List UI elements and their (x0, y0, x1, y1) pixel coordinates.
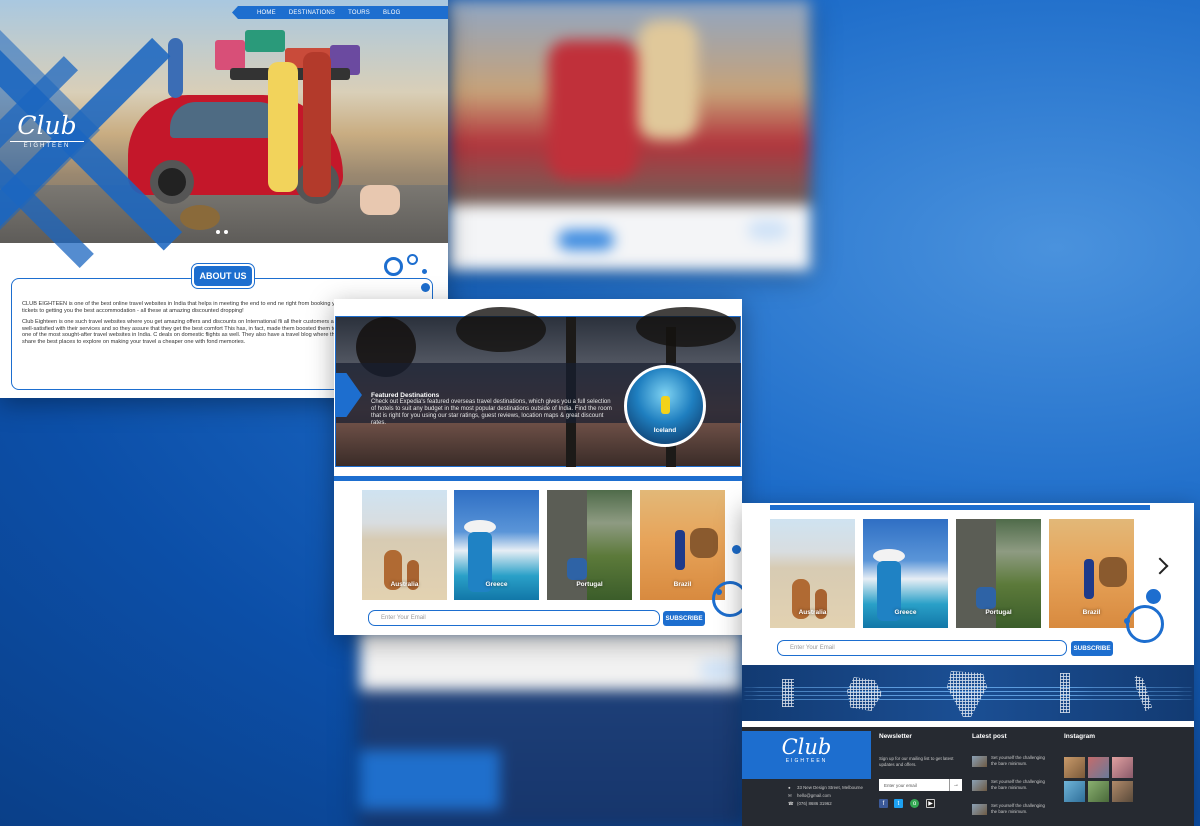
about-paragraph-1: CLUB EIGHTEEN is one of the best online … (22, 301, 343, 314)
footer-logo-script: Club (781, 735, 832, 759)
logo-script: Club (17, 111, 77, 140)
map-italy (1134, 675, 1152, 711)
destination-card-australia[interactable]: Australia (362, 490, 447, 600)
card-label: Portugal (576, 581, 603, 588)
chevron-right-icon[interactable] (1151, 557, 1169, 575)
footer-address: 33 New Design Street, Melbourne (797, 785, 863, 790)
footer-logo-sub: EIGHTEEN (785, 758, 828, 764)
email-input[interactable]: Enter Your Email (777, 640, 1067, 656)
world-map-strip (742, 665, 1194, 721)
divider-bar (770, 505, 1150, 510)
footer-email[interactable]: hello@gmail.com (797, 793, 831, 799)
divider-bar (334, 476, 742, 481)
email-input[interactable]: Enter Your Email (368, 610, 660, 626)
newsletter-heading: Newsletter (879, 733, 912, 740)
newsletter-text: Sign up for our mailing list to get late… (879, 756, 954, 767)
card-label: Portugal (985, 609, 1012, 616)
card-label: Greece (485, 581, 508, 588)
instagram-photo[interactable] (1112, 781, 1133, 802)
nav-destinations[interactable]: DESTINATIONS (289, 10, 335, 16)
destination-card-greece[interactable]: Greece (454, 490, 539, 600)
nav-blog[interactable]: BLOG (383, 10, 400, 16)
phone-icon: ☎ (788, 801, 794, 806)
site-footer: Club EIGHTEEN ● 33 New Design Street, Me… (742, 727, 1194, 826)
youtube-icon[interactable]: ▶ (926, 799, 935, 808)
map-pin-icon: ● (788, 785, 791, 790)
map-india (947, 671, 987, 717)
featured-title: Featured Destinations (371, 392, 440, 399)
mail-icon: ✉ (788, 793, 792, 798)
newsletter-input[interactable]: Enter your email (879, 779, 949, 791)
about-heading: ABOUT US (194, 266, 252, 286)
post-title[interactable]: Set yourself the challenging the bare mi… (991, 779, 1051, 791)
iceland-caption: Iceland (653, 427, 677, 434)
facebook-icon[interactable]: f (879, 799, 888, 808)
child-figure (168, 38, 183, 98)
logo-sub: EIGHTEEN (10, 141, 84, 149)
footer-logo[interactable]: Club EIGHTEEN (742, 731, 871, 779)
instagram-photo[interactable] (1064, 757, 1085, 778)
newsletter-submit-button[interactable]: → (949, 779, 962, 791)
card-label: Greece (894, 609, 917, 616)
instagram-heading: Instagram (1064, 733, 1096, 740)
featured-text: Check out Expedia's featured overseas tr… (371, 399, 612, 426)
club-eighteen-logo[interactable]: Club EIGHTEEN (10, 113, 84, 149)
post-thumbnail[interactable] (972, 756, 987, 767)
decor-ring-small (407, 254, 418, 265)
destination-card-greece[interactable]: Greece (863, 519, 948, 628)
decor-ring (712, 581, 742, 617)
instagram-photo[interactable] (1112, 757, 1133, 778)
destination-card-australia[interactable]: Australia (770, 519, 855, 628)
post-title[interactable]: Set yourself the challenging the bare mi… (991, 803, 1051, 815)
map-chile (1060, 673, 1070, 713)
map-country (782, 679, 794, 707)
instagram-photo[interactable] (1064, 781, 1085, 802)
subscribe-button[interactable]: SUBSCRIBE (663, 611, 705, 626)
footer-phone: (076) 8686 31962 (797, 801, 832, 806)
footer-page-mockup: Australia Greece Portugal Brazil Enter Y… (742, 503, 1194, 826)
decor-dot (732, 545, 741, 554)
decor-dot (422, 269, 427, 274)
decor-dot (716, 589, 722, 595)
iceland-circle[interactable]: Iceland (624, 365, 706, 447)
featured-destinations-banner: Featured Destinations Check out Expedia'… (335, 307, 741, 467)
instagram-photo[interactable] (1088, 757, 1109, 778)
tumbleweed (180, 205, 220, 230)
decor-dot (1146, 589, 1161, 604)
blurred-mockup-top (448, 0, 810, 270)
about-paragraph-2: Club Eighteen is one such travel website… (22, 319, 345, 345)
card-label: Brazil (673, 581, 692, 588)
tripadvisor-icon[interactable]: o (910, 799, 919, 808)
woman-figure (268, 62, 298, 192)
card-label: Australia (390, 581, 419, 588)
card-label: Brazil (1082, 609, 1101, 616)
subscribe-button[interactable]: SUBSCRIBE (1071, 641, 1113, 656)
map-france (847, 677, 882, 711)
destinations-page-mockup: Featured Destinations Check out Expedia'… (334, 299, 742, 635)
main-nav: HOME DESTINATIONS TOURS BLOG (232, 6, 448, 19)
about-text: CLUB EIGHTEEN is one of the best online … (22, 301, 347, 351)
post-thumbnail[interactable] (972, 780, 987, 791)
card-label: Australia (798, 609, 827, 616)
decor-ring (1126, 605, 1164, 643)
destination-card-brazil[interactable]: Brazil (1049, 519, 1134, 628)
instagram-photo[interactable] (1088, 781, 1109, 802)
decor-dot (421, 283, 430, 292)
destination-card-brazil[interactable]: Brazil (640, 490, 725, 600)
slider-dots[interactable] (216, 230, 228, 234)
nav-home[interactable]: HOME (257, 10, 276, 16)
twitter-icon[interactable]: t (894, 799, 903, 808)
post-title[interactable]: Set yourself the challenging the bare mi… (991, 755, 1051, 767)
man-figure (303, 52, 331, 197)
nav-tours[interactable]: TOURS (348, 10, 370, 16)
latest-post-heading: Latest post (972, 733, 1007, 740)
blurred-mockup-bottom (360, 630, 742, 826)
post-thumbnail[interactable] (972, 804, 987, 815)
destination-card-portugal[interactable]: Portugal (547, 490, 632, 600)
decor-dot (1124, 618, 1130, 624)
destination-card-portugal[interactable]: Portugal (956, 519, 1041, 628)
baby-figure (360, 185, 400, 215)
decor-ring (384, 257, 403, 276)
